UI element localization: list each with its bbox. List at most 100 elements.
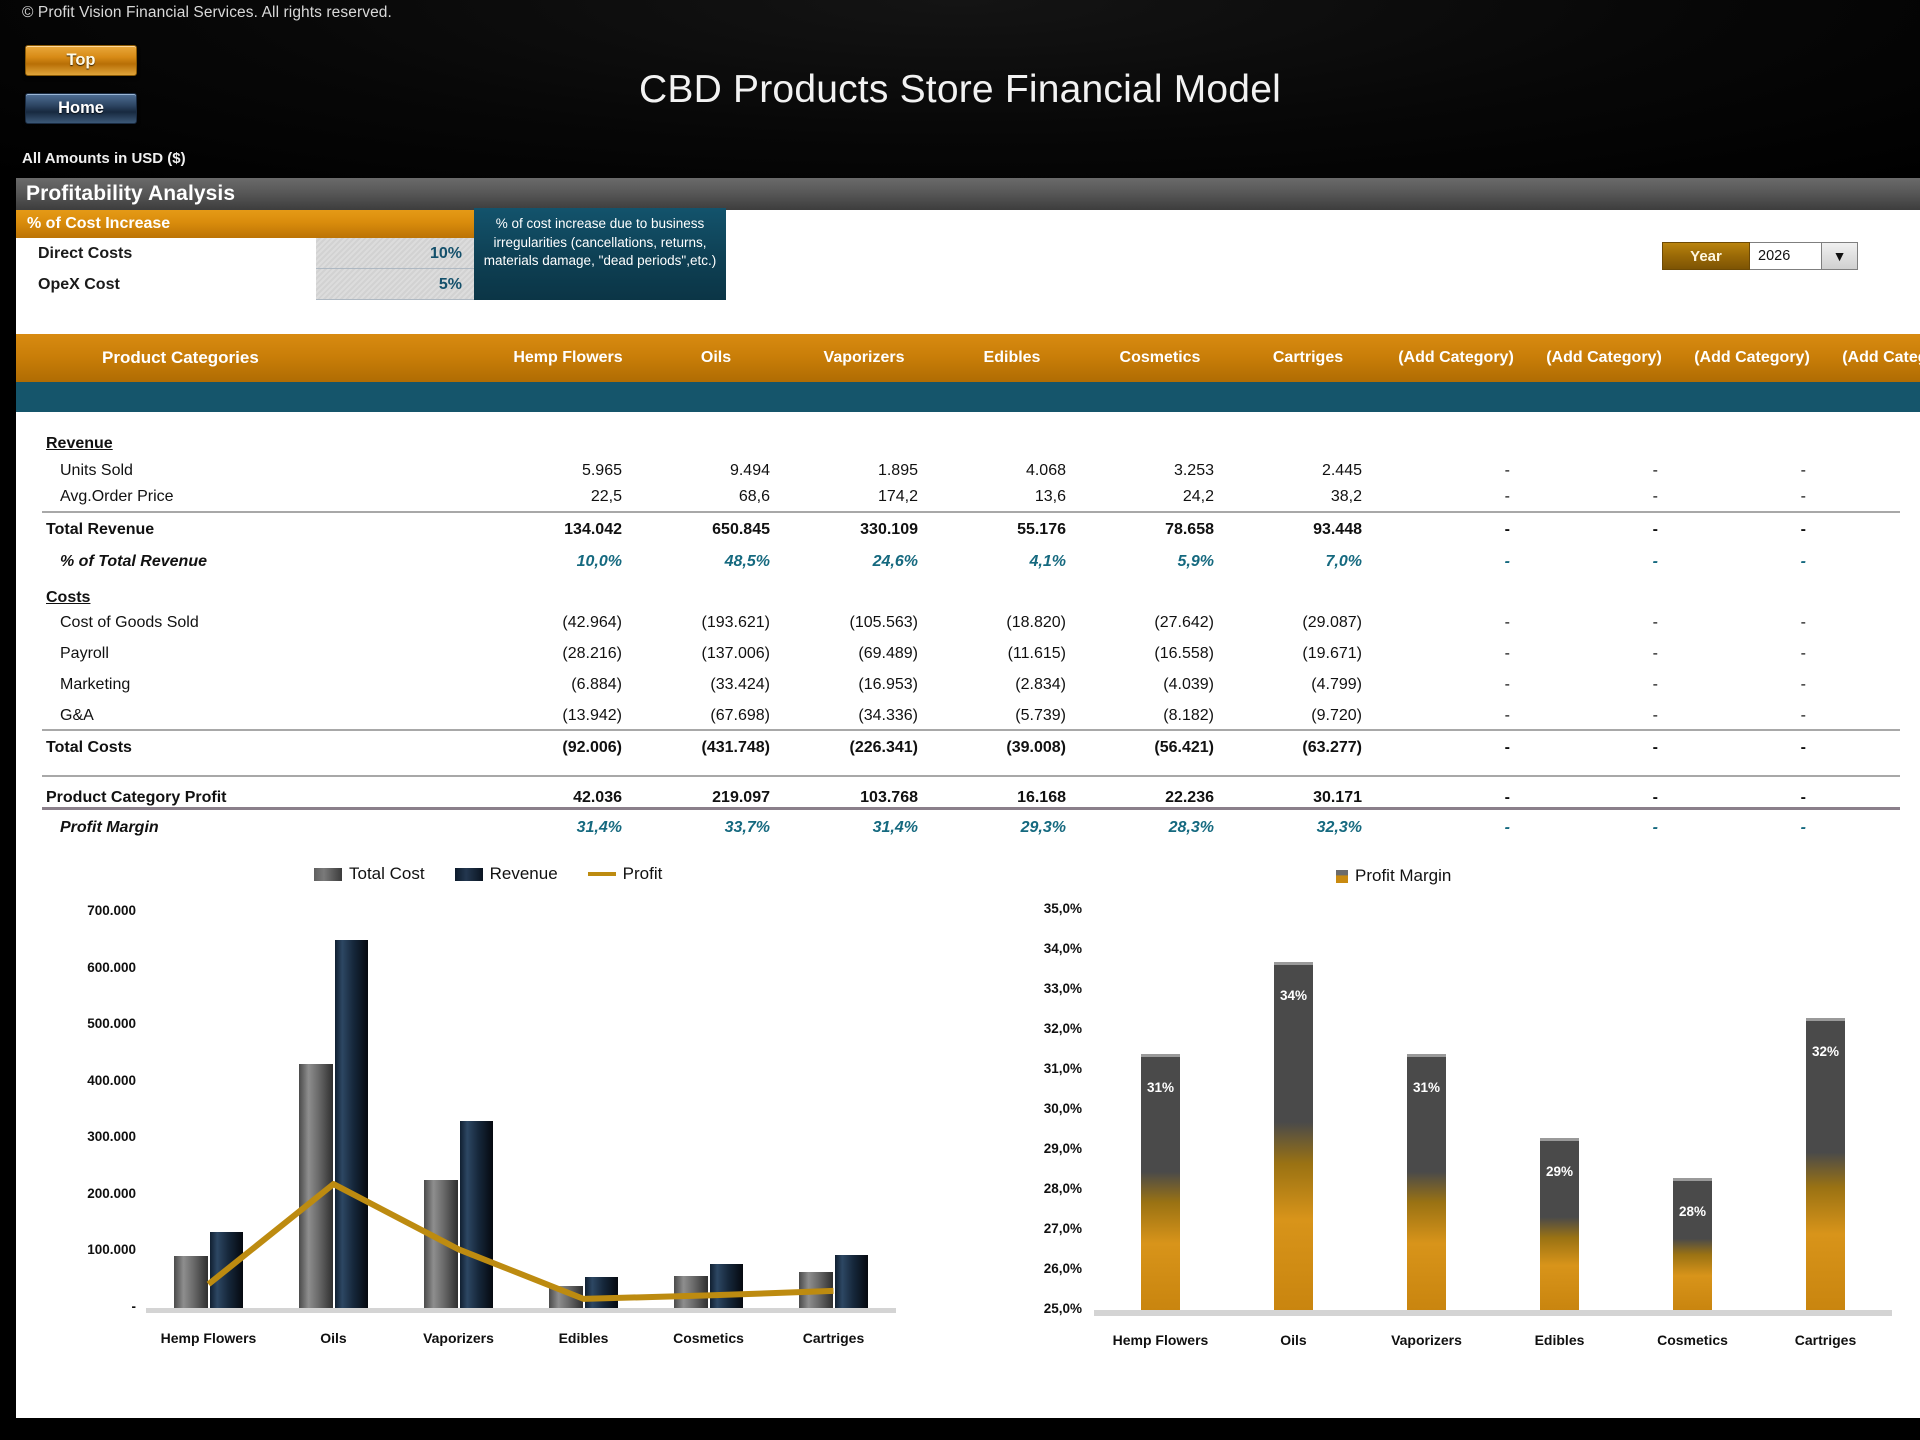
cell: - [1504, 613, 1510, 631]
cell: - [1826, 645, 1920, 663]
cell: (137.006) [701, 644, 771, 662]
year-value[interactable]: 2026 [1750, 242, 1822, 270]
chevron-down-icon[interactable]: ▼ [1822, 242, 1858, 270]
cell: (5.739) [1015, 706, 1066, 724]
x-axis-tick: Cosmetics [673, 1330, 744, 1346]
cell: - [1826, 676, 1920, 694]
bar-revenue [709, 1263, 744, 1308]
copyright-text: © Profit Vision Financial Services. All … [22, 4, 392, 21]
cell: 30.171 [1313, 788, 1362, 806]
direct-costs-label: Direct Costs [38, 244, 133, 262]
cell: (92.006) [562, 738, 622, 756]
bar-data-label: 34% [1279, 988, 1307, 1003]
year-label: Year [1662, 242, 1750, 270]
cell: - [1504, 738, 1510, 756]
row-label: Cost of Goods Sold [60, 613, 199, 631]
revenue-cost-profit-chart: Total Cost Revenue Profit -100.000 200.00… [34, 860, 914, 1400]
year-selector[interactable]: Year 2026 ▼ [1662, 242, 1858, 270]
cell: - [1504, 487, 1510, 505]
y-axis-tick: 25,0% [1043, 1301, 1082, 1316]
cell: - [1652, 675, 1658, 693]
col-header-add-category-3[interactable]: (Add Category) [1678, 349, 1826, 367]
bar-data-label: 31% [1412, 1080, 1440, 1095]
cell: 93.448 [1313, 520, 1362, 538]
table-row-gna: G&A (13.942) (67.698) (34.336) (5.739) (… [16, 700, 1920, 731]
y-axis-tick: 600.000 [87, 959, 136, 975]
bar-total-cost [673, 1276, 708, 1308]
cell: - [1504, 788, 1510, 806]
worksheet: % of Cost Increase Direct Costs 10% OpeX… [16, 208, 1920, 1418]
cell: (69.489) [858, 644, 918, 662]
bar-revenue [834, 1255, 869, 1308]
direct-costs-input[interactable]: 10% [316, 238, 476, 269]
row-label: Total Revenue [46, 520, 155, 538]
x-axis-tick: Cosmetics [1657, 1332, 1728, 1348]
cell: (13.942) [562, 706, 622, 724]
col-header-cosmetics: Cosmetics [1119, 349, 1201, 366]
cell: 28,3% [1168, 818, 1214, 836]
table-row-pct-total-revenue: % of Total Revenue 10,0% 48,5% 24,6% 4,1… [16, 546, 1920, 577]
col-header-add-category-2[interactable]: (Add Category) [1530, 349, 1678, 367]
y-axis-tick: 300.000 [87, 1129, 136, 1145]
y-axis-tick: 400.000 [87, 1072, 136, 1088]
cell: - [1826, 707, 1920, 725]
table-row-cogs: Cost of Goods Sold (42.964) (193.621) (1… [16, 607, 1920, 638]
cell: (27.642) [1154, 613, 1214, 631]
col-header-hemp-flowers: Hemp Flowers [513, 349, 623, 366]
cell: (33.424) [710, 675, 770, 693]
cell: 22.236 [1165, 788, 1214, 806]
x-axis-tick: Hemp Flowers [160, 1330, 257, 1346]
divider [42, 729, 1900, 731]
cell: (11.615) [1007, 644, 1066, 662]
cell: - [1652, 818, 1658, 836]
cost-increase-row-direct: Direct Costs 10% [16, 238, 476, 269]
col-header-add-category-4[interactable]: (Add Category) [1826, 349, 1920, 367]
cell: - [1826, 819, 1920, 837]
bar-total-cost [798, 1272, 833, 1308]
col-header-cartriges: Cartriges [1272, 349, 1344, 366]
table-row-total-costs: Total Costs (92.006) (431.748) (226.341)… [16, 732, 1920, 763]
cell: - [1504, 706, 1510, 724]
divider [42, 775, 1900, 777]
row-label: Product Category Profit [46, 788, 227, 806]
cell: (2.834) [1015, 675, 1066, 693]
bar-revenue [209, 1232, 244, 1308]
cell: (39.008) [1006, 738, 1066, 756]
bar-revenue [459, 1121, 494, 1308]
x-axis-line [1094, 1310, 1892, 1316]
cell: 10,0% [576, 552, 622, 570]
cell: 174,2 [877, 487, 918, 505]
cell: 1.895 [877, 461, 918, 479]
cell: 330.109 [860, 520, 918, 538]
cell: 3.253 [1173, 461, 1214, 479]
cell: (16.953) [858, 675, 918, 693]
y-axis-tick: 700.000 [87, 903, 136, 918]
cell: - [1826, 521, 1920, 539]
col-header-add-category-1[interactable]: (Add Category) [1382, 349, 1530, 367]
cell: 55.176 [1017, 520, 1066, 538]
financial-model-page: © Profit Vision Financial Services. All … [0, 0, 1920, 1440]
cell: (9.720) [1311, 706, 1362, 724]
cell: (18.820) [1006, 613, 1066, 631]
cell: 31,4% [872, 818, 918, 836]
bar-data-label: 31% [1146, 1080, 1174, 1095]
cell: (193.621) [701, 613, 771, 631]
x-axis-tick: Cartriges [1794, 1332, 1857, 1348]
x-axis-tick: Vaporizers [423, 1330, 494, 1346]
cell: 9.494 [729, 461, 770, 479]
bar-profit-margin [1672, 1178, 1713, 1310]
cell: (4.799) [1311, 675, 1362, 693]
y-axis-tick: 33,0% [1043, 981, 1082, 996]
opex-cost-input[interactable]: 5% [316, 269, 476, 300]
cell: 4.068 [1025, 461, 1066, 479]
cell: - [1800, 552, 1806, 570]
bar-profit-margin [1273, 962, 1314, 1310]
cell: - [1800, 613, 1806, 631]
y-axis-tick: 34,0% [1043, 941, 1082, 956]
x-axis-line [146, 1308, 896, 1313]
cell: 13,6 [1034, 487, 1066, 505]
table-row-total-revenue: Total Revenue 134.042 650.845 330.109 55… [16, 514, 1920, 545]
currency-note: All Amounts in USD ($) [22, 150, 186, 167]
col-header-edibles: Edibles [983, 349, 1041, 366]
cell: 24,6% [872, 552, 918, 570]
